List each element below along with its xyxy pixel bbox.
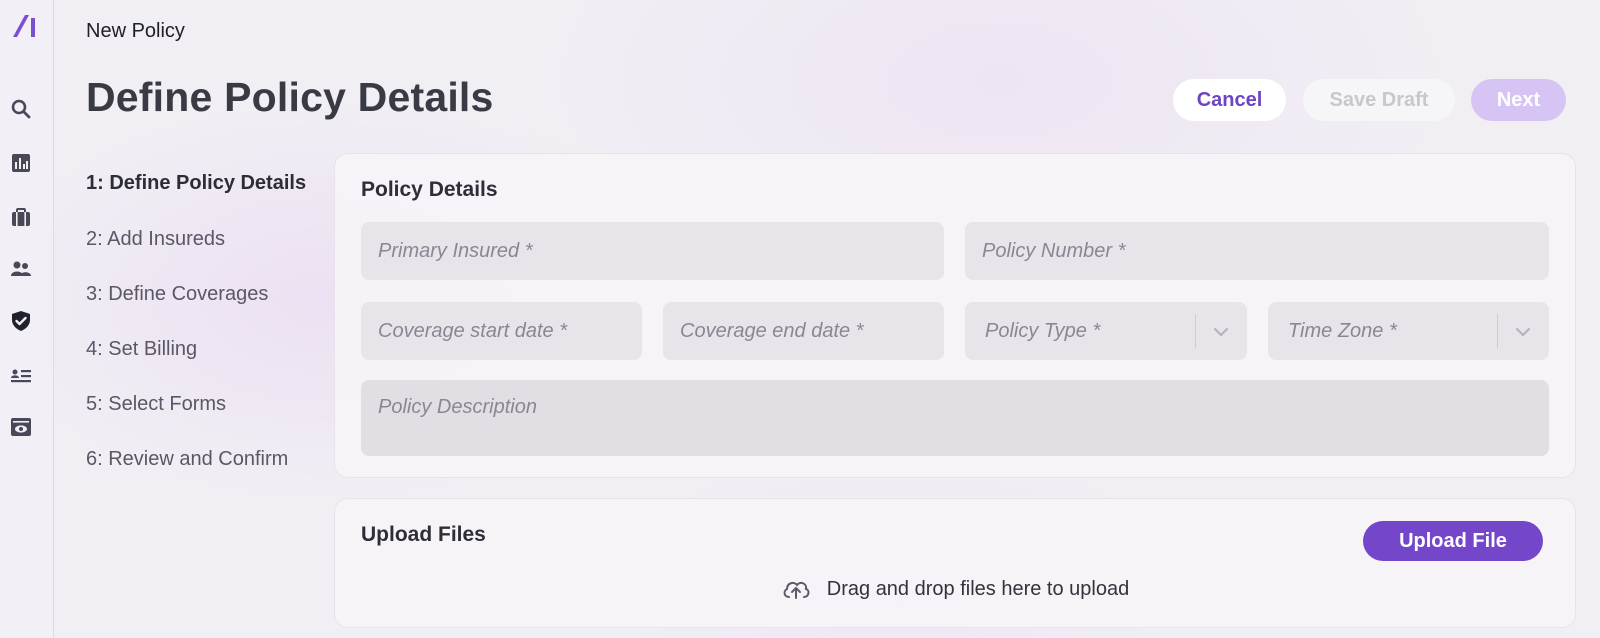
step-define-policy-details[interactable]: 1: Define Policy Details <box>86 172 306 195</box>
policy-details-title: Policy Details <box>361 178 498 201</box>
policy-type-placeholder: Policy Type * <box>985 319 1101 342</box>
chevron-down-icon[interactable] <box>1513 322 1533 342</box>
logo-icon[interactable] <box>11 12 39 40</box>
step-define-coverages[interactable]: 3: Define Coverages <box>86 283 268 306</box>
eye-card-icon[interactable] <box>10 416 32 438</box>
policy-description-textarea[interactable]: Policy Description <box>361 380 1549 456</box>
save-draft-button[interactable]: Save Draft <box>1303 79 1455 121</box>
drop-zone[interactable]: Drag and drop files here to upload <box>335 577 1575 601</box>
time-zone-placeholder: Time Zone * <box>1288 319 1397 342</box>
policy-description-placeholder: Policy Description <box>378 396 537 418</box>
policy-type-divider <box>1195 314 1196 348</box>
policy-number-placeholder: Policy Number * <box>982 239 1126 262</box>
coverage-end-date-input[interactable]: Coverage end date * <box>663 302 944 360</box>
contact-list-icon[interactable] <box>10 365 32 387</box>
page-title: Define Policy Details <box>86 74 494 120</box>
side-rail <box>0 0 54 638</box>
breadcrumb: New Policy <box>86 20 185 42</box>
chart-icon[interactable] <box>10 152 32 174</box>
upload-files-card: Upload Files Upload File Drag and drop f… <box>334 498 1576 628</box>
drop-zone-hint: Drag and drop files here to upload <box>826 577 1130 600</box>
primary-insured-placeholder: Primary Insured * <box>378 239 533 262</box>
coverage-start-date-input[interactable]: Coverage start date * <box>361 302 642 360</box>
time-zone-select[interactable]: Time Zone * <box>1268 302 1549 360</box>
step-select-forms[interactable]: 5: Select Forms <box>86 393 226 416</box>
users-icon[interactable] <box>10 258 32 280</box>
time-zone-divider <box>1497 314 1498 348</box>
shield-check-icon[interactable] <box>10 310 32 332</box>
cancel-button[interactable]: Cancel <box>1173 79 1286 121</box>
coverage-end-placeholder: Coverage end date * <box>680 319 864 342</box>
upload-files-title: Upload Files <box>361 523 486 546</box>
primary-insured-input[interactable]: Primary Insured * <box>361 222 944 280</box>
upload-file-button[interactable]: Upload File <box>1363 521 1543 561</box>
chevron-down-icon[interactable] <box>1211 322 1231 342</box>
policy-type-select[interactable]: Policy Type * <box>965 302 1247 360</box>
step-review-and-confirm[interactable]: 6: Review and Confirm <box>86 448 288 471</box>
step-set-billing[interactable]: 4: Set Billing <box>86 338 197 361</box>
policy-number-input[interactable]: Policy Number * <box>965 222 1549 280</box>
policy-details-card: Policy Details Primary Insured * Policy … <box>334 153 1576 478</box>
cloud-upload-icon <box>781 577 811 601</box>
briefcase-icon[interactable] <box>10 206 32 228</box>
coverage-start-placeholder: Coverage start date * <box>378 319 567 342</box>
search-icon[interactable] <box>10 98 32 120</box>
step-add-insureds[interactable]: 2: Add Insureds <box>86 228 225 251</box>
next-button[interactable]: Next <box>1471 79 1566 121</box>
